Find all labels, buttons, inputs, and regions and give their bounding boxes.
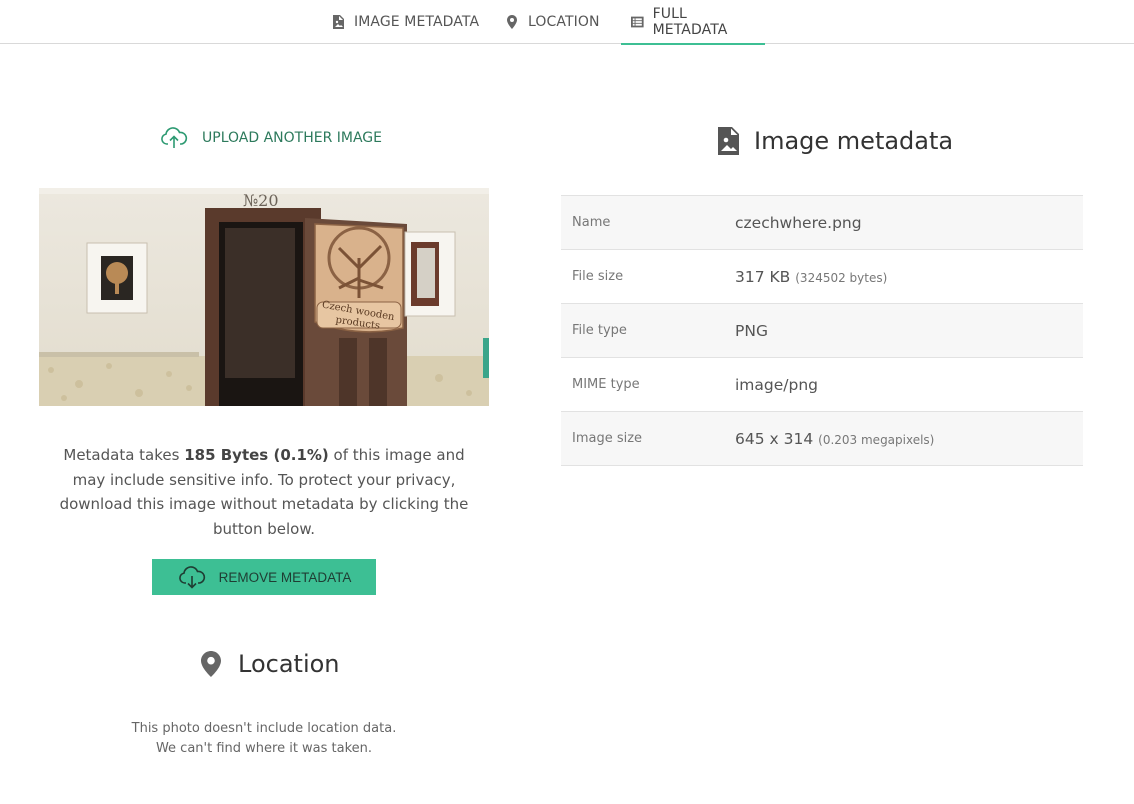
row-key: MIME type [572, 377, 640, 392]
map-pin-icon [507, 15, 517, 29]
image-file-icon [718, 127, 739, 155]
tab-bar: IMAGE METADATA LOCATION FULL METADATA [0, 0, 1134, 45]
row-key: Name [572, 215, 611, 230]
location-message: This photo doesn't include location data… [104, 719, 424, 759]
cloud-download-icon [178, 566, 205, 589]
cloud-upload-icon [161, 127, 188, 148]
row-key: File size [572, 269, 624, 284]
upload-label: UPLOAD ANOTHER IMAGE [202, 130, 382, 146]
image-file-icon [333, 15, 344, 29]
row-key: File type [572, 323, 627, 338]
tab-image-metadata[interactable]: IMAGE METADATA [321, 0, 489, 44]
row-value-text: image/png [735, 375, 819, 394]
row-value-text: czechwhere.png [735, 213, 862, 232]
row-value-text: PNG [735, 321, 768, 340]
tab-label: IMAGE METADATA [354, 14, 480, 30]
info-prefix: Metadata takes [63, 446, 185, 464]
list-icon [631, 16, 644, 27]
map-pin-icon [201, 651, 221, 677]
uploaded-photo: №20 Czech wooden products [39, 188, 489, 406]
tab-label: FULL METADATA [652, 5, 728, 38]
tab-full-metadata[interactable]: FULL METADATA [621, 0, 765, 45]
table-row: File size 317 KB (324502 bytes) [561, 250, 1083, 304]
metadata-size-highlight: 185 Bytes (0.1%) [184, 446, 329, 464]
tab-label: LOCATION [528, 14, 600, 30]
row-value: PNG [735, 322, 768, 340]
upload-another-image-link[interactable]: UPLOAD ANOTHER IMAGE [160, 126, 382, 150]
row-value-text: 317 KB [735, 267, 791, 286]
remove-metadata-button[interactable]: REMOVE METADATA [152, 559, 376, 595]
house-number: №20 [243, 191, 279, 210]
row-value: 645 x 314 (0.203 megapixels) [735, 430, 934, 448]
table-row: Image size 645 x 314 (0.203 megapixels) [561, 412, 1083, 466]
row-value-extra: (0.203 megapixels) [818, 432, 935, 447]
row-key: Image size [572, 431, 643, 446]
image-metadata-heading: Image metadata [716, 127, 953, 155]
row-value: czechwhere.png [735, 214, 862, 232]
location-heading: Location [200, 650, 340, 678]
table-row: File type PNG [561, 304, 1083, 358]
table-row: MIME type image/png [561, 358, 1083, 412]
row-value: image/png [735, 376, 818, 394]
row-value-text: 645 x 314 [735, 429, 814, 448]
remove-metadata-label: REMOVE METADATA [218, 569, 352, 585]
metadata-table: Name czechwhere.png File size 317 KB (32… [561, 195, 1083, 466]
image-metadata-title: Image metadata [754, 127, 954, 155]
row-value-extra: (324502 bytes) [795, 270, 888, 285]
location-line1: This photo doesn't include location data… [131, 721, 397, 736]
location-title: Location [238, 650, 340, 678]
row-value: 317 KB (324502 bytes) [735, 268, 887, 286]
metadata-info-text: Metadata takes 185 Bytes (0.1%) of this … [52, 443, 476, 541]
tab-location[interactable]: LOCATION [495, 0, 610, 44]
photo-illustration: №20 Czech wooden products [39, 188, 489, 406]
table-row: Name czechwhere.png [561, 196, 1083, 250]
location-line2: We can't find where it was taken. [155, 741, 373, 756]
